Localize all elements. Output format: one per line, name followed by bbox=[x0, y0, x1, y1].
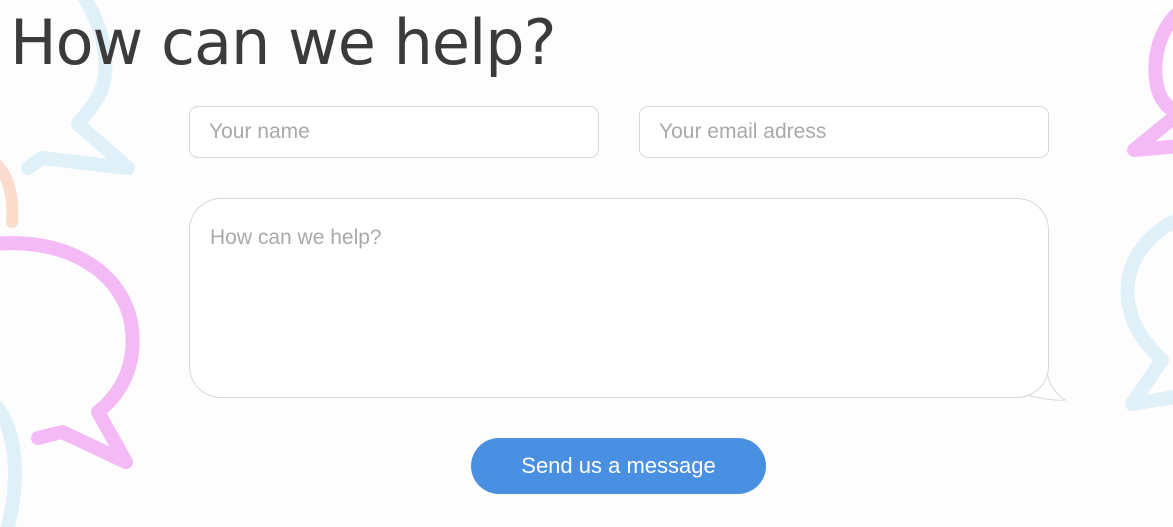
speech-bubble-icon bbox=[0, 159, 19, 228]
page-title: How can we help? bbox=[10, 6, 557, 79]
name-field[interactable] bbox=[189, 106, 599, 158]
send-message-button[interactable]: Send us a message bbox=[471, 438, 766, 494]
message-bubble bbox=[189, 198, 1069, 403]
speech-bubble-icon bbox=[1120, 214, 1173, 411]
email-field[interactable] bbox=[639, 106, 1049, 158]
speech-bubble-icon bbox=[0, 236, 140, 469]
speech-bubble-icon bbox=[1127, 8, 1173, 157]
contact-page: How can we help? Send us a message bbox=[0, 0, 1173, 527]
message-field[interactable] bbox=[189, 198, 1049, 398]
speech-bubble-icon bbox=[0, 400, 22, 527]
